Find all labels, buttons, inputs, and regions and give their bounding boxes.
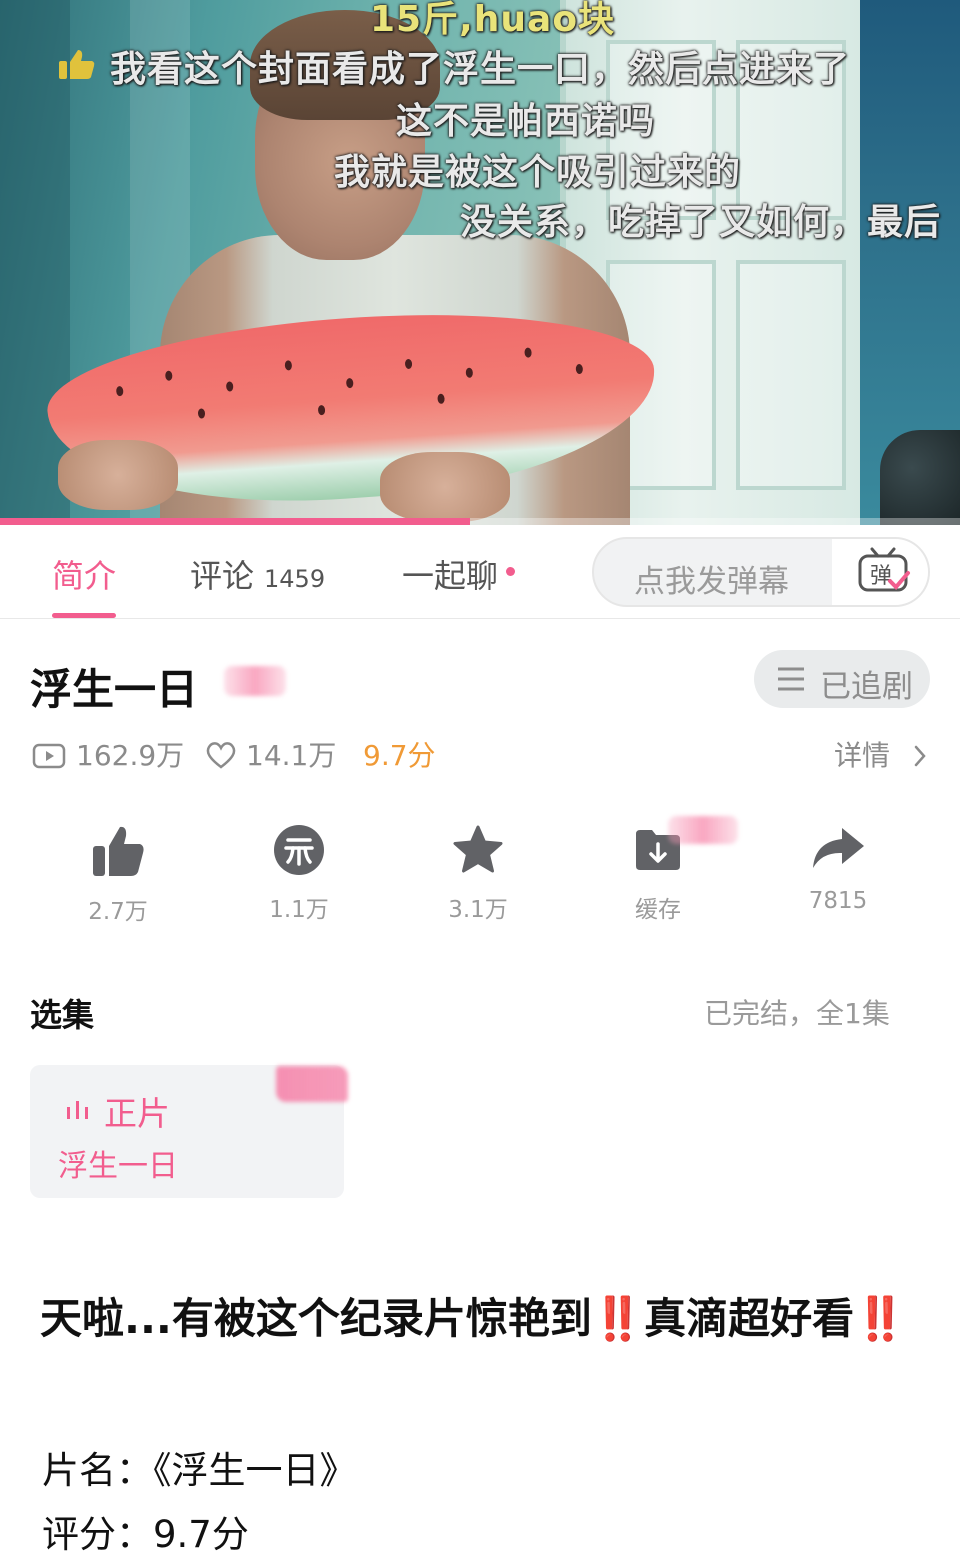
like-button[interactable]: 2.7万 xyxy=(58,824,178,926)
coin-icon xyxy=(274,825,324,875)
danmaku-toggle-button[interactable]: 弹 xyxy=(832,539,928,605)
coin-button[interactable]: 1.1万 xyxy=(239,824,359,924)
like-count-label: 2.7万 xyxy=(88,899,148,925)
coin-count-label: 1.1万 xyxy=(269,897,329,923)
danmaku-placeholder: 点我发弹幕 xyxy=(634,564,789,600)
post-headline-part2: 真滴超好看 xyxy=(644,1294,855,1343)
thumb-up-icon xyxy=(93,826,144,876)
video-title: 浮生一日 xyxy=(30,665,199,714)
detail-link[interactable]: 详情 xyxy=(834,734,927,774)
playing-bars-icon xyxy=(67,1101,88,1119)
post-line-score: 评分：9.7分 xyxy=(42,1513,249,1556)
follow-label: 已追剧 xyxy=(820,669,913,705)
share-icon xyxy=(813,828,864,868)
tab-bar: 简介 评论 1459 一起聊 点我发弹幕 弹 xyxy=(0,525,960,619)
tab-comments[interactable]: 评论 1459 xyxy=(190,551,325,597)
menu-lines-icon xyxy=(778,667,804,691)
post-headline-part1: 天啦...有被这个纪录片惊艳到 xyxy=(40,1294,592,1343)
double-exclamation-icon: ‼️ xyxy=(854,1294,907,1343)
star-icon xyxy=(453,825,503,873)
like-count-value: 14.1万 xyxy=(246,739,337,772)
person-hand-right xyxy=(380,452,510,522)
background-object xyxy=(880,430,960,525)
person-hand-left xyxy=(58,440,178,510)
tab-intro[interactable]: 简介 xyxy=(52,551,116,597)
video-player[interactable]: 15斤,huao块 我看这个封面看成了浮生一口，然后点进来了 这不是帕西诺吗 我… xyxy=(0,0,960,525)
episode-label: 正片 xyxy=(104,1094,170,1133)
episode-title: 浮生一日 xyxy=(58,1149,178,1184)
favorite-button[interactable]: 3.1万 xyxy=(418,824,538,924)
play-count-icon xyxy=(32,743,66,769)
post-line-title: 片名：《浮生一日》 xyxy=(42,1449,357,1492)
view-count-value: 162.9万 xyxy=(76,739,185,772)
download-label: 缓存 xyxy=(635,897,681,923)
danmaku-input[interactable]: 点我发弹幕 弹 xyxy=(592,537,930,607)
danmaku-comment: 这不是帕西诺吗 xyxy=(396,101,656,142)
tab-comments-label: 评论 xyxy=(190,557,255,595)
episodes-section-title: 选集 xyxy=(30,996,95,1034)
danmaku-icon-glyph: 弹 xyxy=(870,564,892,589)
blurred-badge xyxy=(668,816,738,844)
danmaku-tv-icon: 弹 xyxy=(858,547,910,592)
episodes-meta: 已完结，全1集 xyxy=(704,997,890,1030)
blurred-badge xyxy=(224,666,286,696)
share-count-label: 7815 xyxy=(808,888,868,914)
danmaku-comment: 我看这个封面看成了浮生一口，然后点进来了 xyxy=(110,49,851,90)
tab-active-indicator xyxy=(52,613,116,618)
like-count: 14.1万 xyxy=(204,734,336,774)
share-button[interactable]: 7815 xyxy=(778,824,898,914)
follow-series-button[interactable]: 已追剧 xyxy=(754,650,930,708)
chat-notification-dot xyxy=(506,567,515,576)
danmaku-comment: 我就是被这个吸引过来的 xyxy=(334,152,742,193)
view-count: 162.9万 xyxy=(32,734,184,774)
double-exclamation-icon: ‼️ xyxy=(591,1294,645,1343)
tab-chat[interactable]: 一起聊 xyxy=(402,551,498,597)
heart-icon xyxy=(206,742,236,769)
blurred-badge xyxy=(276,1066,348,1102)
post-headline: 天啦...有被这个纪录片惊艳到‼️真滴超好看‼️ xyxy=(40,1284,920,1354)
chevron-right-icon xyxy=(914,745,926,767)
favorite-count-label: 3.1万 xyxy=(448,897,508,923)
danmaku-like-icon xyxy=(59,50,95,79)
video-progress-bar[interactable] xyxy=(0,518,960,525)
detail-label: 详情 xyxy=(834,739,891,772)
danmaku-comment: 15斤,huao块 xyxy=(370,0,616,40)
danmaku-comment: 没关系，吃掉了又如何，最后 xyxy=(460,202,942,243)
video-progress-fill xyxy=(0,518,471,525)
score-value: 9.7分 xyxy=(363,739,436,772)
comment-count: 1459 xyxy=(264,565,326,593)
